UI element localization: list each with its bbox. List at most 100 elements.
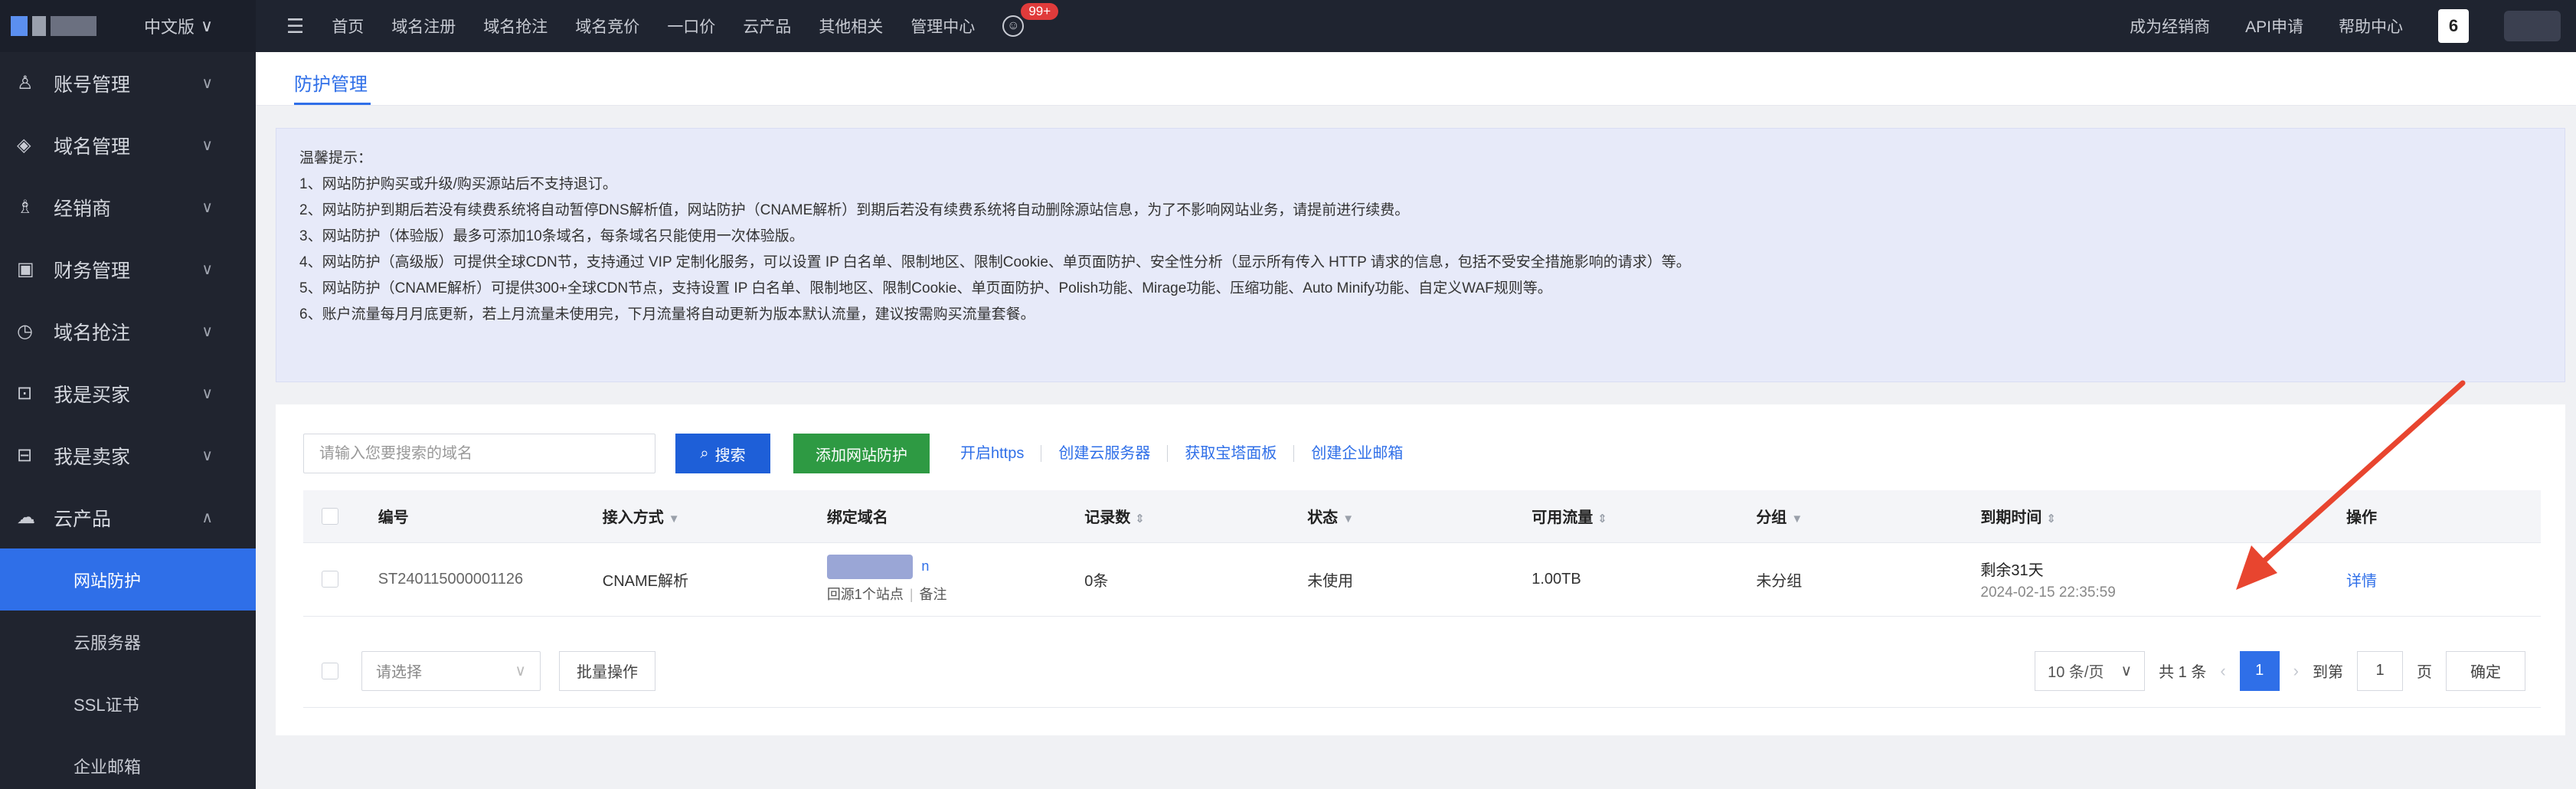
get-bt-panel-link[interactable]: 获取宝塔面板 [1168,445,1295,462]
col-records[interactable]: 记录数 ⇕ [1084,490,1308,543]
protection-table: 编号 接入方式 ▼ 绑定域名 记录数 ⇕ 状态 ▼ 可用流量 ⇕ 分组 ▼ 到期时间 ⇕ 操… [303,490,2541,617]
goto-page-input[interactable]: 1 [2357,650,2403,691]
notice-line: 2、网站防护到期后若没有续费系统将自动暂停DNS解析值，网站防护（CNAME解析… [299,202,1410,218]
sidebar-item-label: 我是卖家 [54,446,131,468]
cell-access: CNAME解析 [602,542,827,617]
create-cloud-server-link[interactable]: 创建云服务器 [1041,445,1169,462]
page-size-label: 10 条/页 [2048,664,2104,681]
next-page-icon[interactable]: › [2293,661,2299,681]
page-number-active[interactable]: 1 [2239,650,2280,691]
username-blurred[interactable] [2504,11,2561,41]
sort-icon: ⇕ [1135,512,1145,526]
become-reseller-link[interactable]: 成为经销商 [2130,15,2210,38]
help-center-link[interactable]: 帮助中心 [2339,15,2403,38]
chevron-down-icon: ∨ [201,199,213,216]
cell-id: ST240115000001126 [378,542,603,617]
goto-confirm-button[interactable]: 确定 [2446,650,2525,691]
enable-https-link[interactable]: 开启https [960,445,1042,462]
sidebar-item-account[interactable]: ♙ 账号管理 ∨ [0,52,256,114]
prev-page-icon[interactable]: ‹ [2220,661,2225,681]
sidebar-subitem-ssl[interactable]: SSL证书 [0,673,256,735]
quick-links: 开启https 创建云服务器 获取宝塔面板 创建企业邮箱 [960,445,1420,462]
sidebar-subitem-web-protection[interactable]: 网站防护 [0,548,256,611]
col-status[interactable]: 状态 ▼ [1307,490,1532,543]
col-traffic[interactable]: 可用流量 ⇕ [1532,490,1757,543]
page-unit-label: 页 [2417,664,2432,681]
sidebar-item-buyer[interactable]: ⊡ 我是买家 ∨ [0,362,256,424]
sidebar-item-label: 账号管理 [54,74,131,96]
search-button[interactable]: ⌕ 搜索 [675,434,770,473]
table-row: ST240115000001126 CNAME解析 n 回源1个站点 | 备注 0条… [303,542,2541,617]
nav-cloud-products[interactable]: 云产品 [743,15,791,38]
col-access[interactable]: 接入方式 ▼ [602,490,827,543]
chevron-down-icon: ∨ [201,261,213,278]
sidebar-item-domains[interactable]: ◈ 域名管理 ∨ [0,114,256,176]
sidebar-item-label: 我是买家 [54,384,131,406]
menu-icon[interactable]: ☰ [286,15,304,38]
search-input[interactable] [303,434,655,473]
annotation-arrow-icon [2236,380,2466,590]
clock-icon: ◷ [17,321,33,342]
domain-suffix: n [921,558,930,575]
sidebar-subitem-cloud-server[interactable]: 云服务器 [0,611,256,673]
batch-select[interactable]: 请选择 ∨ [361,650,541,691]
create-enterprise-mail-link[interactable]: 创建企业邮箱 [1294,445,1420,462]
language-switcher[interactable]: 中文版 ∨ [144,14,213,38]
cell-group: 未分组 [1756,542,1981,617]
nav-home[interactable]: 首页 [332,15,364,38]
nav-domain-backorder[interactable]: 域名抢注 [483,15,548,38]
cell-records: 0条 [1084,542,1308,617]
notice-line: 5、网站防护（CNAME解析）可提供300+全球CDN节点，支持设置 IP 白名… [299,280,1552,296]
row-checkbox[interactable] [322,571,338,588]
goto-label: 到第 [2313,664,2343,681]
nav-fixed-price[interactable]: 一口价 [667,15,715,38]
sidebar-item-backorder[interactable]: ◷ 域名抢注 ∨ [0,300,256,362]
col-domain: 绑定域名 [826,490,1085,543]
shop-icon: ⊟ [17,445,33,466]
top-nav: ☰ 首页 域名注册 域名抢注 域名竞价 一口价 云产品 其他相关 管理中心 ☺ … [286,3,1059,38]
batch-operation-button[interactable]: 批量操作 [559,650,655,691]
cart-icon: ⊡ [17,383,33,404]
search-icon: ⌕ [700,444,709,462]
chevron-down-icon: ∨ [201,75,213,92]
tab-protection-management[interactable]: 防护管理 [294,69,368,96]
nav-console[interactable]: 管理中心 [910,15,975,38]
col-group[interactable]: 分组 ▼ [1756,490,1981,543]
origin-sites-link[interactable]: 回源1个站点 [827,587,904,602]
sidebar-item-label: 域名抢注 [54,322,131,344]
sidebar-item-cloud[interactable]: ☁ 云产品 ∧ [0,486,256,548]
add-protection-button[interactable]: 添加网站防护 [793,434,930,473]
chevron-down-icon: ∨ [201,447,213,464]
sidebar-item-reseller[interactable]: ♗ 经销商 ∨ [0,176,256,238]
select-all-checkbox[interactable] [322,507,338,525]
page-size-select[interactable]: 10 条/页 ∨ [2035,650,2146,691]
sidebar: ♙ 账号管理 ∨ ◈ 域名管理 ∨ ♗ 经销商 ∨ ▣ 财务管理 ∨ ◷ 域名抢… [0,52,256,789]
domain-name-blurred[interactable] [826,555,913,579]
message-icon: ☺ [1002,15,1025,37]
sidebar-subitem-mail[interactable]: 企业邮箱 [0,735,256,789]
cell-traffic: 1.00TB [1532,542,1757,617]
partner-icon: ♗ [17,197,34,218]
avatar[interactable]: 6 [2438,9,2469,43]
messages[interactable]: ☺ 99+ [1002,3,1059,37]
notice-title: 温馨提示： [299,150,373,166]
sidebar-item-label: 经销商 [54,198,112,220]
sidebar-item-seller[interactable]: ⊟ 我是卖家 ∨ [0,424,256,486]
remark-link[interactable]: 备注 [920,587,947,602]
main-tabbar: 防护管理 [256,52,2576,106]
sidebar-item-label: 财务管理 [54,260,131,282]
sidebar-item-label: 域名管理 [54,136,131,158]
footer-select-checkbox[interactable] [322,662,338,679]
layers-icon: ◈ [17,135,31,156]
finance-icon: ▣ [17,259,34,280]
nav-other[interactable]: 其他相关 [819,15,883,38]
user-icon: ♙ [17,73,34,93]
logo[interactable]: 中文版 ∨ [0,0,256,52]
nav-domain-register[interactable]: 域名注册 [391,15,456,38]
api-apply-link[interactable]: API申请 [2245,15,2303,38]
nav-domain-auction[interactable]: 域名竞价 [575,15,639,38]
cloud-icon: ☁ [17,507,35,528]
chevron-up-icon: ∧ [201,509,213,526]
sidebar-item-finance[interactable]: ▣ 财务管理 ∨ [0,238,256,300]
chevron-down-icon: ∨ [201,137,213,154]
